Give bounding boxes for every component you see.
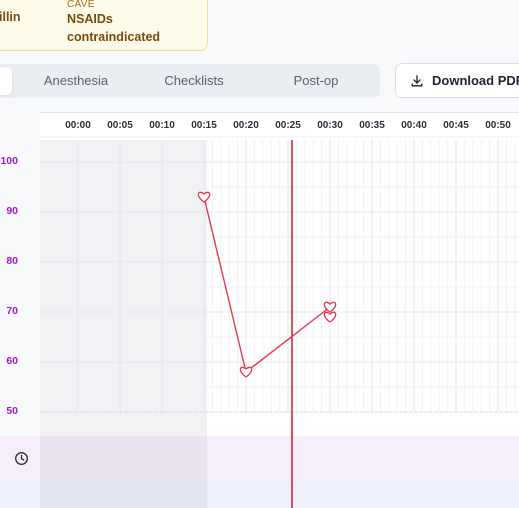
- allergy-card: illin CAVE NSAIDs contraindicated: [0, 0, 208, 51]
- tab-checklists[interactable]: Checklists: [144, 64, 244, 98]
- vitals-chart: 00:00 00:05 00:10 00:15 00:20 00:25 00:30 00:35…: [0, 112, 519, 508]
- heart-rate-line: [203, 196, 331, 374]
- tab-anesthesia[interactable]: Anesthesia: [26, 64, 126, 98]
- heart-rate-marker: [323, 311, 337, 323]
- heart-rate-marker: [239, 366, 253, 378]
- cave-label: CAVE: [67, 0, 95, 10]
- tab-post-op[interactable]: Post-op: [266, 64, 366, 98]
- download-pdf-button[interactable]: Download PDF: [395, 63, 519, 98]
- download-pdf-label: Download PDF: [432, 73, 519, 88]
- cave-warning: NSAIDs contraindicated: [67, 12, 161, 44]
- tab-bar: Anesthesia Checklists Post-op: [0, 64, 380, 98]
- plot-svg: [40, 136, 519, 508]
- heart-rate-marker: [197, 191, 211, 203]
- allergy-item: illin: [0, 10, 21, 24]
- tab-active[interactable]: [0, 67, 12, 95]
- download-icon: [411, 74, 423, 86]
